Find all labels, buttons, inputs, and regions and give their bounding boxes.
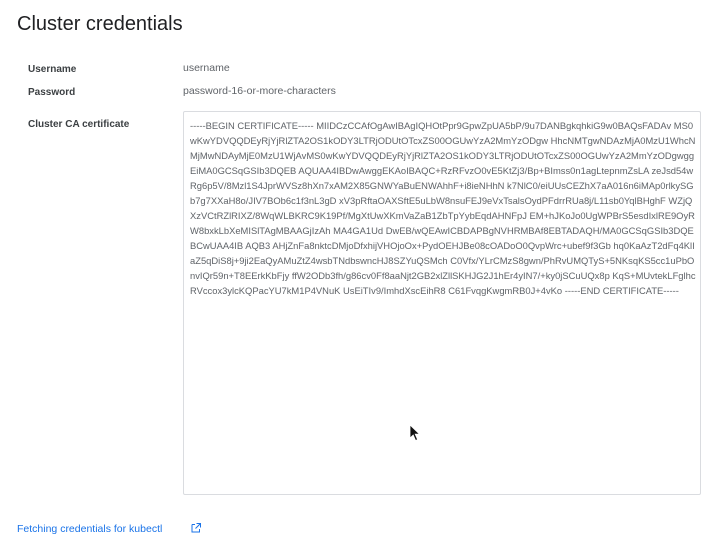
password-label: Password xyxy=(28,87,76,98)
fetching-credentials-link[interactable]: Fetching credentials for kubectl xyxy=(17,523,162,535)
ca-certificate-text[interactable]: -----BEGIN CERTIFICATE----- MIIDCzCCAfOg… xyxy=(190,118,696,298)
page-title: Cluster credentials xyxy=(17,13,183,35)
mouse-pointer-icon xyxy=(409,424,421,442)
external-link-icon[interactable] xyxy=(190,522,202,534)
username-value[interactable]: username xyxy=(183,62,230,74)
username-label: Username xyxy=(28,64,77,75)
password-value[interactable]: password-16-or-more-characters xyxy=(183,85,336,97)
ca-certificate-box[interactable]: -----BEGIN CERTIFICATE----- MIIDCzCCAfOg… xyxy=(183,111,701,495)
ca-certificate-label: Cluster CA certificate xyxy=(28,119,130,130)
